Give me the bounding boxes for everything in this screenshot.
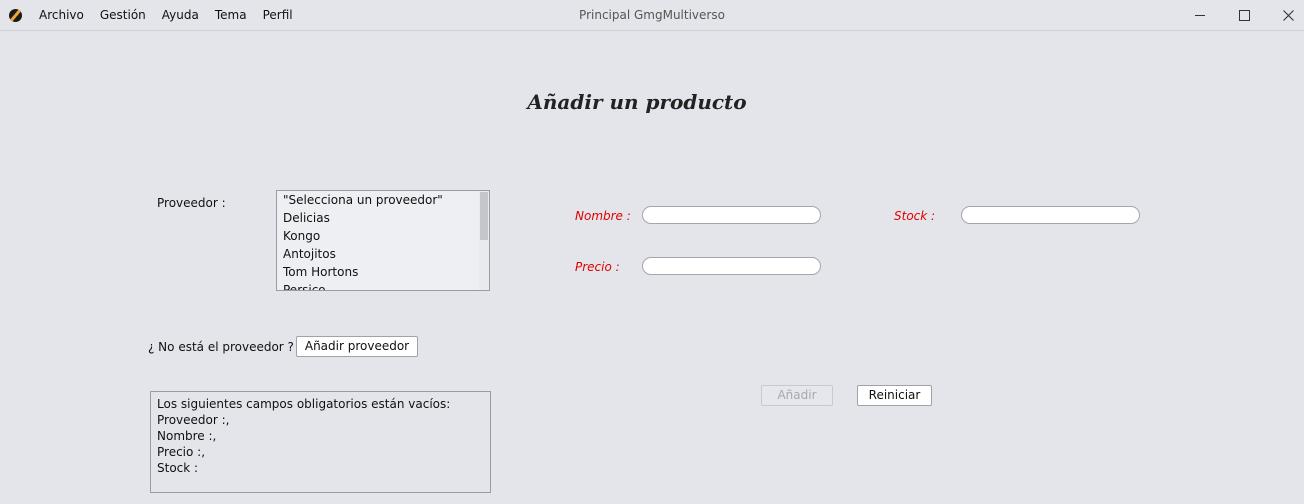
no-proveedor-label: ¿ No está el proveedor ? : xyxy=(148,340,302,354)
validation-message-line: Proveedor :, xyxy=(157,413,230,427)
validation-message-line: Los siguientes campos obligatorios están… xyxy=(157,397,451,411)
list-item[interactable]: "Selecciona un proveedor" xyxy=(277,191,479,209)
precio-field[interactable] xyxy=(642,257,821,275)
minimize-icon xyxy=(1195,14,1205,16)
validation-message-line: Nombre :, xyxy=(157,429,217,443)
nombre-label: Nombre : xyxy=(575,209,631,223)
menu-bar: Archivo Gestión Ayuda Tema Perfil xyxy=(31,0,301,30)
stock-field[interactable] xyxy=(961,206,1140,224)
maximize-button[interactable] xyxy=(1222,0,1266,30)
scrollbar-thumb[interactable] xyxy=(480,192,488,240)
minimize-button[interactable] xyxy=(1178,0,1222,30)
stock-label: Stock : xyxy=(894,209,936,223)
menu-tema[interactable]: Tema xyxy=(207,0,255,30)
add-product-button[interactable]: Añadir xyxy=(761,385,833,406)
maximize-icon xyxy=(1238,9,1250,21)
list-item[interactable]: Tom Hortons xyxy=(277,263,479,281)
add-proveedor-button[interactable]: Añadir proveedor xyxy=(296,336,418,357)
proveedor-label: Proveedor : xyxy=(157,196,226,210)
menu-ayuda[interactable]: Ayuda xyxy=(154,0,207,30)
list-item[interactable]: Persico xyxy=(277,281,479,290)
title-bar: Archivo Gestión Ayuda Tema Perfil Princi… xyxy=(0,0,1304,31)
close-button[interactable] xyxy=(1266,0,1304,30)
validation-message-line: Precio :, xyxy=(157,445,206,459)
list-scrollbar[interactable] xyxy=(479,191,489,290)
menu-perfil[interactable]: Perfil xyxy=(255,0,301,30)
list-item[interactable]: Kongo xyxy=(277,227,479,245)
precio-label: Precio : xyxy=(575,260,620,274)
menu-gestion[interactable]: Gestión xyxy=(92,0,154,30)
page-title: Añadir un producto xyxy=(527,90,747,114)
app-logo-icon xyxy=(9,9,22,22)
proveedor-list[interactable]: "Selecciona un proveedor" Delicias Kongo… xyxy=(276,190,490,291)
list-item[interactable]: Antojitos xyxy=(277,245,479,263)
reset-button[interactable]: Reiniciar xyxy=(857,385,932,406)
menu-archivo[interactable]: Archivo xyxy=(31,0,92,30)
validation-message-box: Los siguientes campos obligatorios están… xyxy=(150,391,491,493)
close-icon xyxy=(1282,9,1294,21)
validation-message-line: Stock : xyxy=(157,461,199,475)
nombre-field[interactable] xyxy=(642,206,821,224)
list-item[interactable]: Delicias xyxy=(277,209,479,227)
